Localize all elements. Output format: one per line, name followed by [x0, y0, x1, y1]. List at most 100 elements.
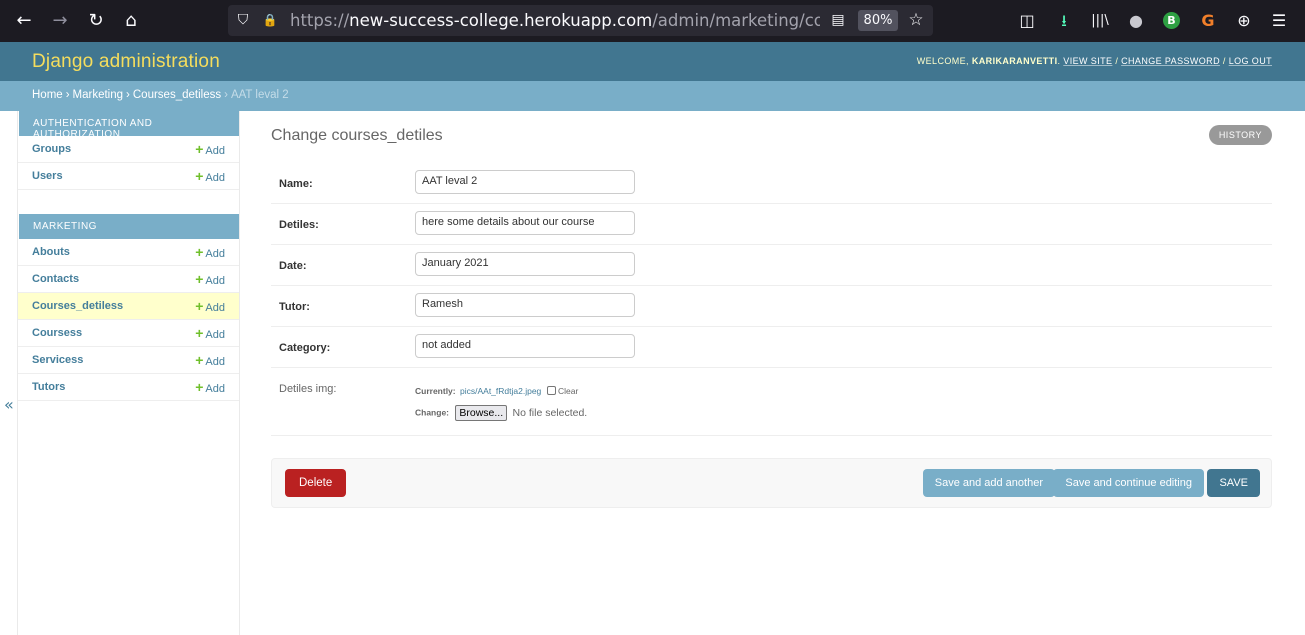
browser-toolbar: ← → ↻ ⌂ ⛉ 🔒 https://new-success-college.…: [0, 0, 1305, 42]
detiles-img-label: Detiles img:: [279, 383, 337, 395]
clear-label[interactable]: Clear: [558, 386, 578, 396]
change-label: Change:: [415, 407, 449, 418]
name-label: Name:: [279, 178, 313, 190]
breadcrumb-separator: ›: [126, 89, 130, 101]
add-courses-detiless-link[interactable]: + Add: [195, 298, 225, 314]
nav-sidebar: Authentication and Authorization Groups …: [18, 111, 240, 635]
breadcrumb-home[interactable]: Home: [32, 89, 63, 101]
menu-icon[interactable]: ☰: [1268, 10, 1290, 32]
add-abouts-link[interactable]: + Add: [195, 244, 225, 260]
save-and-continue-button[interactable]: Save and continue editing: [1053, 469, 1204, 497]
site-brand[interactable]: Django administration: [32, 51, 220, 73]
collapse-chevron-icon[interactable]: «: [4, 395, 14, 414]
add-groups-link[interactable]: + Add: [195, 141, 225, 157]
name-field[interactable]: AAT leval 2: [415, 170, 635, 194]
change-password-link[interactable]: CHANGE PASSWORD: [1121, 56, 1220, 66]
add-servicess-link[interactable]: + Add: [195, 352, 225, 368]
sidebar-item-groups: Groups + Add: [18, 136, 239, 163]
current-file-link[interactable]: pics/AAt_fRdtja2.jpeg: [460, 386, 541, 396]
module-caption[interactable]: Authentication and Authorization: [19, 111, 239, 140]
admin-header: Django administration WELCOME, KARIKARAN…: [0, 42, 1305, 81]
pocket-icon[interactable]: ◫: [1016, 10, 1038, 32]
delete-button[interactable]: Delete: [285, 469, 347, 497]
add-label: Add: [205, 383, 225, 395]
date-label: Date:: [279, 260, 307, 272]
sidebar-item-servicess: Servicess + Add: [18, 347, 239, 374]
model-link-groups[interactable]: Groups: [32, 143, 71, 155]
forward-icon[interactable]: →: [48, 9, 72, 33]
url-host: new-success-college.herokuapp.com: [349, 11, 653, 30]
bookmark-star-icon[interactable]: ☆: [907, 11, 925, 29]
add-users-link[interactable]: + Add: [195, 168, 225, 184]
url-path: /admin/marketing/courses_detil: [652, 11, 820, 30]
plus-icon: +: [195, 298, 204, 314]
view-site-link[interactable]: VIEW SITE: [1063, 56, 1112, 66]
form-row-name: Name: AAT leval 2: [271, 163, 1272, 204]
module-auth: Authentication and Authorization Groups …: [18, 111, 239, 190]
zoom-level[interactable]: 80%: [858, 10, 898, 31]
model-link-coursess[interactable]: Coursess: [32, 327, 82, 339]
library-icon[interactable]: |||\: [1089, 10, 1111, 32]
log-out-link[interactable]: LOG OUT: [1229, 56, 1272, 66]
model-link-tutors[interactable]: Tutors: [32, 381, 65, 393]
model-link-users[interactable]: Users: [32, 170, 63, 182]
add-tutors-link[interactable]: + Add: [195, 379, 225, 395]
home-icon[interactable]: ⌂: [119, 9, 143, 33]
user-tools: WELCOME, KARIKARANVETTI. VIEW SITE / CHA…: [916, 56, 1272, 66]
lock-icon[interactable]: 🔒: [261, 11, 279, 29]
plus-icon: +: [195, 244, 204, 260]
tutor-label: Tutor:: [279, 301, 310, 313]
separator: /: [1222, 56, 1226, 66]
add-label: Add: [205, 275, 225, 287]
account-icon[interactable]: ●: [1125, 10, 1147, 32]
add-label: Add: [205, 172, 225, 184]
breadcrumb-model[interactable]: Courses_detiless: [133, 89, 221, 101]
category-label: Category:: [279, 342, 331, 354]
plus-icon: +: [195, 325, 204, 341]
model-link-abouts[interactable]: Abouts: [32, 246, 70, 258]
url-prefix: https://: [290, 11, 350, 30]
sidebar-item-coursess: Coursess + Add: [18, 320, 239, 347]
sidebar-item-courses-detiless: Courses_detiless + Add: [18, 293, 239, 320]
extension-g-icon[interactable]: G: [1197, 10, 1219, 32]
url-text[interactable]: https://new-success-college.herokuapp.co…: [290, 11, 820, 30]
breadcrumb-app[interactable]: Marketing: [73, 89, 124, 101]
url-bar[interactable]: ⛉ 🔒 https://new-success-college.herokuap…: [228, 5, 933, 36]
form-row-category: Category: not added: [271, 327, 1272, 368]
add-label: Add: [205, 329, 225, 341]
model-link-courses-detiless[interactable]: Courses_detiless: [32, 300, 123, 312]
reader-view-icon[interactable]: ▤: [829, 11, 847, 29]
form-row-detiles-img: Detiles img: Currently: pics/AAt_fRdtja2…: [271, 368, 1272, 436]
downloads-icon[interactable]: ⭳: [1053, 10, 1075, 32]
date-field[interactable]: January 2021: [415, 252, 635, 276]
add-coursess-link[interactable]: + Add: [195, 325, 225, 341]
model-link-contacts[interactable]: Contacts: [32, 273, 79, 285]
history-button[interactable]: History: [1208, 125, 1272, 145]
sidebar-item-abouts: Abouts + Add: [18, 239, 239, 266]
plus-icon: +: [195, 379, 204, 395]
tutor-field[interactable]: Ramesh: [415, 293, 635, 317]
reload-icon[interactable]: ↻: [84, 9, 108, 33]
save-button[interactable]: SAVE: [1207, 469, 1260, 497]
welcome-text: WELCOME,: [916, 56, 969, 66]
submit-row: Delete Save and add another Save and con…: [271, 458, 1272, 508]
globe-icon[interactable]: ⊕: [1233, 10, 1255, 32]
add-contacts-link[interactable]: + Add: [195, 271, 225, 287]
model-link-servicess[interactable]: Servicess: [32, 354, 83, 366]
extension-b-icon[interactable]: B: [1163, 12, 1180, 29]
breadcrumb: Home › Marketing › Courses_detiless › AAT leva…: [0, 81, 1305, 111]
module-caption[interactable]: Marketing: [19, 214, 239, 239]
back-icon[interactable]: ←: [12, 9, 36, 33]
sidebar-item-users: Users + Add: [18, 163, 239, 190]
page-title: Change courses_detiles: [271, 127, 443, 144]
breadcrumb-current: AAT leval 2: [230, 89, 289, 101]
no-file-text: No file selected.: [512, 407, 588, 419]
clear-checkbox[interactable]: [546, 386, 556, 395]
save-and-add-another-button[interactable]: Save and add another: [922, 469, 1055, 497]
detiles-field[interactable]: here some details about our course: [415, 211, 635, 235]
browse-button[interactable]: Browse...: [455, 405, 508, 421]
toggle-sidebar-button[interactable]: «: [0, 111, 18, 635]
shield-icon[interactable]: ⛉: [234, 11, 252, 29]
category-field[interactable]: not added: [415, 334, 635, 358]
change-form: Name: AAT leval 2 Detiles: here some det…: [271, 163, 1272, 436]
